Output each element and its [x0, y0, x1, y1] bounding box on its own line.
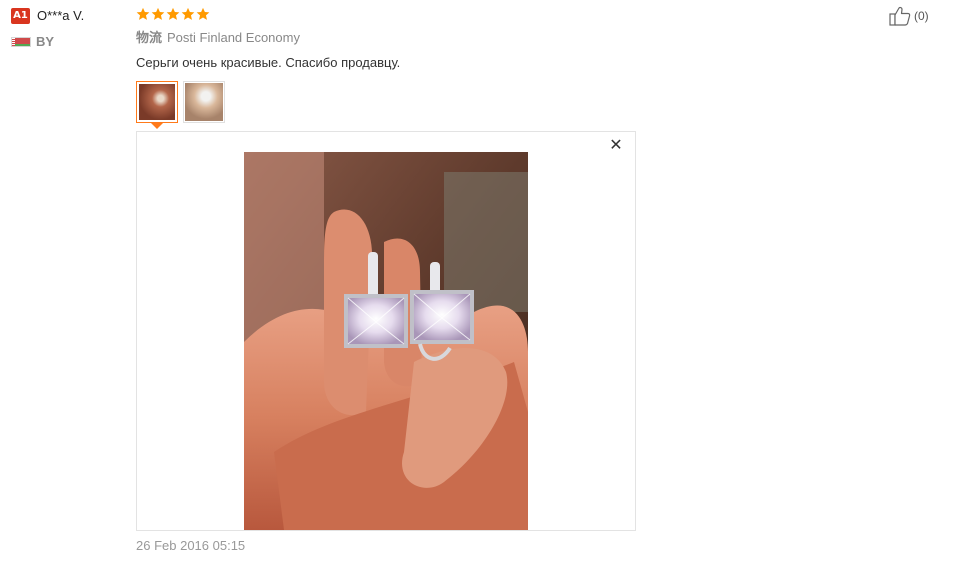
- star-icon: [166, 7, 180, 20]
- buyer-level-badge: A1: [11, 8, 30, 24]
- star-icon: [151, 7, 165, 20]
- review-photo: [244, 152, 528, 530]
- rating-stars: [136, 7, 210, 21]
- review-date: 26 Feb 2016 05:15: [136, 538, 246, 553]
- photo-thumbnail-2[interactable]: [183, 81, 225, 123]
- reviewer-name: O***a V.: [37, 8, 85, 23]
- shipping-method: Posti Finland Economy: [167, 30, 300, 45]
- close-icon[interactable]: ✕: [609, 137, 623, 153]
- helpful-count: (0): [914, 9, 929, 23]
- photo-thumbnail-1[interactable]: [136, 81, 178, 123]
- selected-thumbnail-indicator: [150, 122, 164, 129]
- shipping-label: 物流: [136, 31, 163, 46]
- review-text: Серьги очень красивые. Спасибо продавцу.: [136, 55, 401, 70]
- star-icon: [136, 7, 150, 20]
- photo-viewer: ✕: [136, 131, 636, 531]
- reviewer-country: BY: [36, 34, 55, 49]
- thumbs-up-icon: [889, 6, 911, 26]
- belarus-flag-icon: [11, 37, 31, 47]
- helpful-button[interactable]: (0): [889, 6, 929, 26]
- earrings-photo-image: [244, 152, 528, 530]
- star-icon: [196, 7, 210, 20]
- star-icon: [181, 7, 195, 20]
- shipping-info: 物流 Posti Finland Economy: [136, 30, 300, 47]
